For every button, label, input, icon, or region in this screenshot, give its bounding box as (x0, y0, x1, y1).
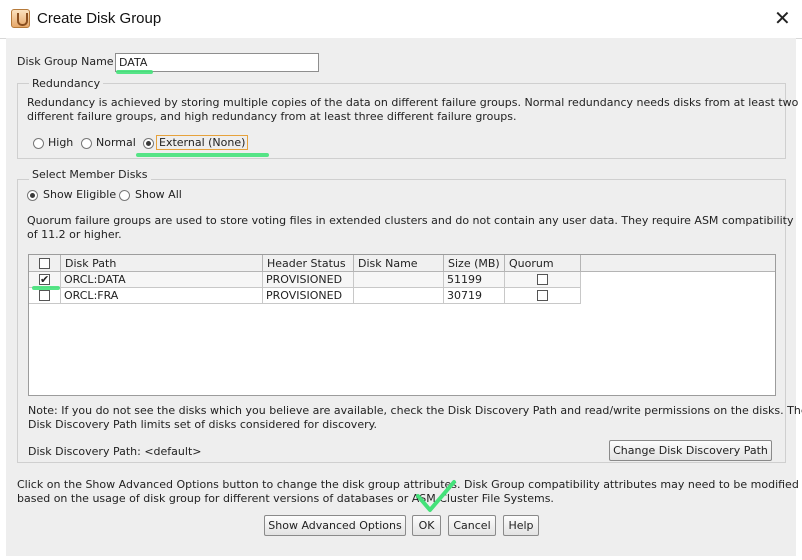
discovery-path-label: Disk Discovery Path: <default> (28, 445, 202, 458)
row-select-checkbox[interactable] (39, 290, 50, 301)
annotation-underline (116, 70, 153, 74)
quorum-checkbox[interactable] (537, 290, 548, 301)
column-header-header-status[interactable]: Header Status (263, 255, 354, 272)
column-header-size[interactable]: Size (MB) (444, 255, 505, 272)
radio-normal[interactable] (81, 138, 92, 149)
table-cell-quorum (505, 272, 581, 288)
show-advanced-options-button[interactable]: Show Advanced Options (264, 515, 406, 536)
redundancy-description: Redundancy is achieved by storing multip… (27, 96, 799, 109)
table-cell-header-status[interactable]: PROVISIONED (263, 288, 354, 304)
table-cell-disk-path[interactable]: ORCL:DATA (61, 272, 263, 288)
discovery-note: Note: If you do not see the disks which … (28, 404, 802, 417)
window-title: Create Disk Group (37, 10, 162, 27)
radio-external-label: External (None) (155, 135, 249, 150)
table-cell-disk-name[interactable] (354, 272, 444, 288)
table-cell-quorum (505, 288, 581, 304)
column-header-quorum[interactable]: Quorum (505, 255, 581, 272)
table-cell-disk-path[interactable]: ORCL:FRA (61, 288, 263, 304)
radio-high-label: High (48, 136, 74, 149)
table-row-select-cell (29, 288, 61, 304)
close-icon[interactable]: ✕ (774, 8, 791, 28)
quorum-checkbox[interactable] (537, 274, 548, 285)
radio-show-eligible[interactable] (27, 190, 38, 201)
discovery-note-2: Disk Discovery Path limits set of disks … (28, 418, 378, 431)
java-cup-icon (11, 9, 30, 28)
cancel-button[interactable]: Cancel (448, 515, 496, 536)
title-bar: Create Disk Group ✕ (0, 0, 802, 39)
disk-group-name-label: Disk Group Name (17, 55, 114, 68)
radio-external[interactable] (143, 138, 154, 149)
footer-note-2: based on the usage of disk group for dif… (17, 492, 554, 505)
select-all-header (29, 255, 61, 272)
select-all-checkbox[interactable] (39, 258, 50, 269)
footer-note: Click on the Show Advanced Options butto… (17, 478, 799, 491)
disk-table: Disk Path Header Status Disk Name Size (… (28, 254, 776, 396)
annotation-underline (32, 286, 60, 290)
table-cell-size[interactable]: 30719 (444, 288, 505, 304)
row-select-checkbox[interactable]: ✔ (39, 274, 50, 285)
quorum-note: Quorum failure groups are used to store … (27, 214, 794, 227)
column-header-disk-name[interactable]: Disk Name (354, 255, 444, 272)
annotation-checkmark-icon (416, 480, 456, 512)
quorum-note-2: of 11.2 or higher. (27, 228, 122, 241)
radio-high[interactable] (33, 138, 44, 149)
help-button[interactable]: Help (503, 515, 539, 536)
member-disks-group-title: Select Member Disks (29, 168, 151, 181)
annotation-underline (136, 153, 269, 157)
radio-normal-label: Normal (96, 136, 136, 149)
table-cell-size[interactable]: 51199 (444, 272, 505, 288)
redundancy-group-title: Redundancy (29, 77, 104, 90)
column-header-disk-path[interactable]: Disk Path (61, 255, 263, 272)
table-cell-disk-name[interactable] (354, 288, 444, 304)
change-discovery-path-button[interactable]: Change Disk Discovery Path (609, 440, 772, 461)
radio-show-all[interactable] (119, 190, 130, 201)
table-cell-header-status[interactable]: PROVISIONED (263, 272, 354, 288)
radio-show-eligible-label: Show Eligible (43, 188, 117, 201)
ok-button[interactable]: OK (412, 515, 441, 536)
radio-show-all-label: Show All (135, 188, 182, 201)
redundancy-description-2: different failure groups, and high redun… (27, 110, 517, 123)
dialog-content: Disk Group Name DATA Redundancy Redundan… (6, 38, 802, 556)
column-header-filler (581, 255, 775, 272)
